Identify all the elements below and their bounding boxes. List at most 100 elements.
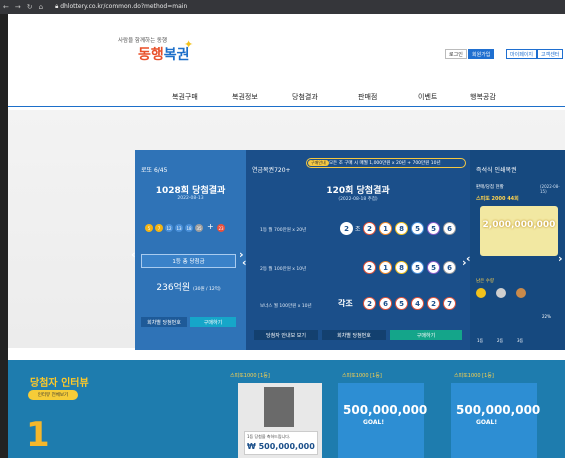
pension-number: 8	[395, 222, 408, 235]
pension-date: (2022-08-18 추첨)	[338, 197, 378, 202]
instant-rate: 22%	[542, 314, 551, 319]
browser-toolbar: ← → ↻ ⌂ 🔒︎ dhlottery.co.kr/common.do?met…	[0, 0, 565, 14]
interview-tab-3[interactable]: 스피또1000 [1등]	[454, 372, 494, 379]
plus-icon: +	[207, 222, 214, 231]
pension-row3-label: 보너스 월 100만원 x 10년	[260, 304, 312, 309]
pension-number: 2	[363, 261, 376, 274]
prev-arrow-icon[interactable]: ‹	[131, 248, 136, 261]
scratch-card-image[interactable]: 500,000,000 GOAL!	[451, 383, 541, 458]
pension-check-button[interactable]: 회차별 당첨번호	[322, 330, 386, 340]
pension-bonus-prefix: 각조	[338, 299, 353, 308]
nav-item-happiness[interactable]: 행복공감	[470, 92, 496, 102]
logo-part-1: 동행	[138, 47, 164, 63]
lotto-prize-label: 1등 총 당첨금	[141, 254, 236, 268]
medal-1-icon	[476, 288, 486, 298]
lotto-panel: 로또 6/45 1028회 당첨결과 2022-08-13 5 7 12 13 …	[131, 150, 246, 350]
pension-bonus-number: 6	[379, 297, 392, 310]
nav-item-results[interactable]: 당첨결과	[292, 92, 318, 102]
lotto-date: 2022-08-13	[177, 196, 204, 201]
lotto-ball: 12	[165, 224, 173, 232]
nav-item-buy[interactable]: 복권구매	[172, 92, 198, 102]
winner-face-blurred	[264, 387, 294, 427]
home-icon[interactable]: ⌂	[39, 3, 43, 11]
pension-round: 120회 당첨결과	[326, 186, 390, 196]
lock-icon: 🔒︎	[55, 3, 59, 10]
pension-number: 8	[395, 261, 408, 274]
nav-item-stores[interactable]: 판매점	[358, 92, 377, 102]
winner-photo[interactable]: 1등 당첨을 축하드립니다. ₩ 500,000,000	[238, 383, 322, 458]
pension-bonus-number: 2	[363, 297, 376, 310]
nav-divider	[8, 106, 565, 107]
pension-tag[interactable]: 구매안내	[308, 160, 329, 166]
lotto-ball: 35	[195, 224, 203, 232]
pension-bonus-number: 7	[443, 297, 456, 310]
login-button[interactable]: 로그인	[445, 49, 467, 59]
pension-number: 6	[443, 222, 456, 235]
logo-star-icon: ✦	[184, 38, 194, 51]
forward-icon[interactable]: →	[15, 3, 21, 11]
lotto-ball: 18	[185, 224, 193, 232]
scratch-amount: 500,000,000	[456, 403, 541, 417]
customer-center-button[interactable]: 고객센터	[537, 49, 564, 59]
mypage-button[interactable]: 마이페이지	[506, 49, 538, 59]
lotto-buy-button[interactable]: 구매하기	[190, 317, 236, 327]
instant-prize-col: 1등	[477, 338, 484, 343]
instant-title: 즉석식 인쇄복권	[476, 167, 517, 174]
cheque-amount: ₩ 500,000,000	[247, 442, 315, 451]
pension-number: 5	[427, 261, 440, 274]
scratch-goal: GOAL!	[476, 419, 498, 426]
pension-bonus-number: 2	[427, 297, 440, 310]
pension-number: 5	[427, 222, 440, 235]
pension-title: 연금복권720+	[252, 167, 291, 174]
lotto-ball: 7	[155, 224, 163, 232]
interview-all-button[interactable]: 인터뷰 전체보기	[28, 390, 78, 400]
url-text: dhlottery.co.kr/common.do?method=main	[60, 3, 188, 10]
address-bar[interactable]: 🔒︎ dhlottery.co.kr/common.do?method=main	[55, 3, 187, 11]
lotto-amount-sub: (30원 / 12억)	[193, 287, 221, 292]
page: 사람을 함께하는 동행 동행복권 ✦ 로그인 회원가입 마이페이지 고객센터 복…	[8, 14, 565, 458]
logo[interactable]: 동행복권	[138, 44, 190, 64]
pension-row1-label: 1등 월 700만원 x 20년	[260, 228, 307, 233]
scratch-amount: 500,000,000	[343, 403, 428, 417]
scratch-card-image[interactable]: 500,000,000 GOAL!	[338, 383, 428, 458]
winner-cheque: 1등 당첨을 축하드립니다. ₩ 500,000,000	[244, 431, 318, 455]
instant-prize-col: 2등	[497, 338, 504, 343]
pension-number: 6	[443, 261, 456, 274]
lotto-check-button[interactable]: 회차별 당첨번호	[141, 317, 187, 327]
interview-tab-1[interactable]: 스피또1000 [1등]	[230, 372, 270, 379]
lotto-bonus-ball: 23	[217, 224, 225, 232]
instant-card-image[interactable]: 2,000,000,000	[480, 206, 558, 256]
nav-item-info[interactable]: 복권정보	[232, 92, 258, 102]
scratch-goal: GOAL!	[363, 419, 385, 426]
pension-group-number: 2	[340, 222, 353, 235]
next-arrow-icon[interactable]: ›	[558, 252, 563, 265]
lotto-round: 1028회 당첨결과	[155, 186, 226, 196]
pension-panel: 연금복권720+ 구매안내 모든 조 구매 시 매월 1,000만원 x 20년…	[242, 150, 470, 350]
pension-number: 1	[379, 261, 392, 274]
pension-number: 2	[363, 222, 376, 235]
reload-icon[interactable]: ↻	[27, 3, 33, 11]
lotto-ball: 13	[175, 224, 183, 232]
pension-number: 1	[379, 222, 392, 235]
instant-label: 판매/당첨 현황	[476, 185, 504, 190]
prev-arrow-icon[interactable]: ‹	[242, 256, 247, 269]
pension-notice: 구매안내 모든 조 구매 시 매월 1,000만원 x 20년 + 700만원 …	[306, 158, 466, 168]
lotto-title: 로또 6/45	[141, 167, 168, 174]
cheque-text: 1등 당첨을 축하드립니다.	[247, 434, 291, 439]
interview-rank-number: 1	[26, 415, 50, 455]
instant-remain-label: 남은 수량	[476, 279, 494, 284]
instant-product: 스피또 2000 44회	[476, 196, 519, 202]
interview-tab-2[interactable]: 스피또1000 [1등]	[342, 372, 382, 379]
main-nav: 복권구매 복권정보 당첨결과 판매점 이벤트 행복공감	[8, 86, 565, 108]
instant-prize-col: 3등	[517, 338, 524, 343]
back-icon[interactable]: ←	[3, 3, 9, 11]
pension-group-suffix: 조	[355, 226, 361, 233]
pension-row2-label: 2등 월 100만원 x 10년	[260, 267, 307, 272]
pension-bonus-number: 4	[411, 297, 424, 310]
window-edge	[0, 14, 8, 458]
prev-arrow-icon[interactable]: ‹	[466, 252, 471, 265]
pension-view-button[interactable]: 당첨자 안내보 보기	[254, 330, 318, 340]
nav-item-events[interactable]: 이벤트	[418, 92, 437, 102]
pension-buy-button[interactable]: 구매하기	[390, 330, 462, 340]
signup-button[interactable]: 회원가입	[468, 49, 495, 59]
